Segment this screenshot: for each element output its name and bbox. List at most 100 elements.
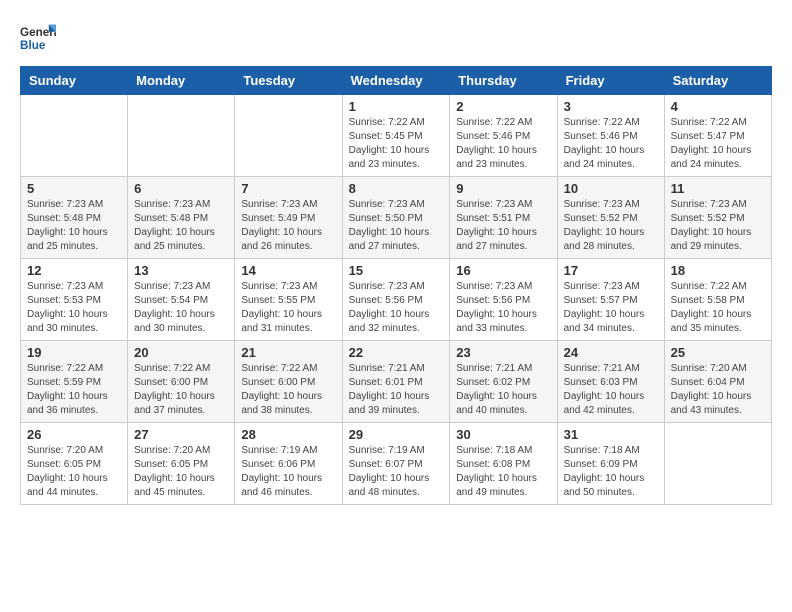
day-number: 27 <box>134 427 228 442</box>
calendar-cell: 28Sunrise: 7:19 AM Sunset: 6:06 PM Dayli… <box>235 423 342 505</box>
calendar-cell <box>664 423 771 505</box>
day-number: 24 <box>564 345 658 360</box>
day-info: Sunrise: 7:21 AM Sunset: 6:03 PM Dayligh… <box>564 362 658 418</box>
day-info: Sunrise: 7:20 AM Sunset: 6:05 PM Dayligh… <box>27 444 121 500</box>
weekday-header-row: SundayMondayTuesdayWednesdayThursdayFrid… <box>21 67 772 95</box>
calendar-cell: 24 Sunrise: 7:21 AM Sunset: 6:03 PM Dayli… <box>557 341 664 423</box>
calendar-week-row: 1 Sunrise: 7:22 AM Sunset: 5:45 PM Daylig… <box>21 95 772 177</box>
day-info: Sunrise: 7:22 AM Sunset: 5:45 PM Dayligh… <box>349 116 444 172</box>
day-number: 20 <box>134 345 228 360</box>
day-info: Sunrise: 7:23 AM Sunset: 5:55 PM Dayligh… <box>241 280 335 336</box>
calendar-cell: 5 Sunrise: 7:23 AM Sunset: 5:48 PM Daylig… <box>21 177 128 259</box>
calendar-cell: 25 Sunrise: 7:20 AM Sunset: 6:04 PM Dayli… <box>664 341 771 423</box>
day-info: Sunrise: 7:23 AM Sunset: 5:57 PM Dayligh… <box>564 280 658 336</box>
day-number: 22 <box>349 345 444 360</box>
calendar-week-row: 19 Sunrise: 7:22 AM Sunset: 5:59 PM Dayli… <box>21 341 772 423</box>
day-number: 7 <box>241 181 335 196</box>
day-number: 2 <box>456 99 550 114</box>
day-number: 4 <box>671 99 765 114</box>
calendar-cell: 20 Sunrise: 7:22 AM Sunset: 6:00 PM Dayli… <box>128 341 235 423</box>
day-number: 10 <box>564 181 658 196</box>
calendar-cell: 10 Sunrise: 7:23 AM Sunset: 5:52 PM Dayli… <box>557 177 664 259</box>
day-info: Sunrise: 7:18 AM Sunset: 6:08 PM Dayligh… <box>456 444 550 500</box>
day-info: Sunrise: 7:20 AM Sunset: 6:04 PM Dayligh… <box>671 362 765 418</box>
day-info: Sunrise: 7:19 AM Sunset: 6:06 PM Dayligh… <box>241 444 335 500</box>
day-info: Sunrise: 7:21 AM Sunset: 6:02 PM Dayligh… <box>456 362 550 418</box>
calendar-cell: 30 Sunrise: 7:18 AM Sunset: 6:08 PM Dayli… <box>450 423 557 505</box>
day-number: 26 <box>27 427 121 442</box>
calendar-cell: 29 Sunrise: 7:19 AM Sunset: 6:07 PM Dayli… <box>342 423 450 505</box>
calendar-cell: 26 Sunrise: 7:20 AM Sunset: 6:05 PM Dayli… <box>21 423 128 505</box>
day-number: 12 <box>27 263 121 278</box>
calendar-table: SundayMondayTuesdayWednesdayThursdayFrid… <box>20 66 772 505</box>
calendar-week-row: 26 Sunrise: 7:20 AM Sunset: 6:05 PM Dayli… <box>21 423 772 505</box>
day-info: Sunrise: 7:23 AM Sunset: 5:56 PM Dayligh… <box>349 280 444 336</box>
day-number: 31 <box>564 427 658 442</box>
day-number: 15 <box>349 263 444 278</box>
day-number: 29 <box>349 427 444 442</box>
calendar-week-row: 5 Sunrise: 7:23 AM Sunset: 5:48 PM Daylig… <box>21 177 772 259</box>
day-info: Sunrise: 7:23 AM Sunset: 5:50 PM Dayligh… <box>349 198 444 254</box>
calendar-cell: 15 Sunrise: 7:23 AM Sunset: 5:56 PM Dayli… <box>342 259 450 341</box>
day-info: Sunrise: 7:19 AM Sunset: 6:07 PM Dayligh… <box>349 444 444 500</box>
calendar-cell <box>235 95 342 177</box>
day-number: 9 <box>456 181 550 196</box>
calendar-cell: 13Sunrise: 7:23 AM Sunset: 5:54 PM Dayli… <box>128 259 235 341</box>
calendar-cell <box>128 95 235 177</box>
calendar-cell: 27 Sunrise: 7:20 AM Sunset: 6:05 PM Dayli… <box>128 423 235 505</box>
day-info: Sunrise: 7:22 AM Sunset: 6:00 PM Dayligh… <box>134 362 228 418</box>
day-info: Sunrise: 7:21 AM Sunset: 6:01 PM Dayligh… <box>349 362 444 418</box>
weekday-header-monday: Monday <box>128 67 235 95</box>
weekday-header-friday: Friday <box>557 67 664 95</box>
calendar-week-row: 12 Sunrise: 7:23 AM Sunset: 5:53 PM Dayli… <box>21 259 772 341</box>
calendar-cell: 14 Sunrise: 7:23 AM Sunset: 5:55 PM Dayli… <box>235 259 342 341</box>
day-info: Sunrise: 7:23 AM Sunset: 5:48 PM Dayligh… <box>27 198 121 254</box>
day-number: 21 <box>241 345 335 360</box>
day-info: Sunrise: 7:20 AM Sunset: 6:05 PM Dayligh… <box>134 444 228 500</box>
logo-icon: General Blue <box>20 20 56 56</box>
calendar-cell: 9 Sunrise: 7:23 AM Sunset: 5:51 PM Daylig… <box>450 177 557 259</box>
day-info: Sunrise: 7:23 AM Sunset: 5:48 PM Dayligh… <box>134 198 228 254</box>
day-number: 8 <box>349 181 444 196</box>
weekday-header-tuesday: Tuesday <box>235 67 342 95</box>
page-header: General Blue <box>20 20 772 56</box>
calendar-cell: 16Sunrise: 7:23 AM Sunset: 5:56 PM Dayli… <box>450 259 557 341</box>
day-number: 3 <box>564 99 658 114</box>
day-number: 25 <box>671 345 765 360</box>
day-info: Sunrise: 7:22 AM Sunset: 5:59 PM Dayligh… <box>27 362 121 418</box>
day-number: 17 <box>564 263 658 278</box>
weekday-header-wednesday: Wednesday <box>342 67 450 95</box>
day-number: 14 <box>241 263 335 278</box>
day-number: 30 <box>456 427 550 442</box>
calendar-cell: 4 Sunrise: 7:22 AM Sunset: 5:47 PM Daylig… <box>664 95 771 177</box>
day-info: Sunrise: 7:23 AM Sunset: 5:49 PM Dayligh… <box>241 198 335 254</box>
day-info: Sunrise: 7:22 AM Sunset: 6:00 PM Dayligh… <box>241 362 335 418</box>
day-info: Sunrise: 7:23 AM Sunset: 5:51 PM Dayligh… <box>456 198 550 254</box>
weekday-header-thursday: Thursday <box>450 67 557 95</box>
day-number: 6 <box>134 181 228 196</box>
day-number: 5 <box>27 181 121 196</box>
day-number: 19 <box>27 345 121 360</box>
calendar-cell: 31Sunrise: 7:18 AM Sunset: 6:09 PM Dayli… <box>557 423 664 505</box>
day-info: Sunrise: 7:22 AM Sunset: 5:46 PM Dayligh… <box>564 116 658 172</box>
day-info: Sunrise: 7:23 AM Sunset: 5:54 PM Dayligh… <box>134 280 228 336</box>
day-info: Sunrise: 7:22 AM Sunset: 5:47 PM Dayligh… <box>671 116 765 172</box>
svg-text:Blue: Blue <box>20 39 46 52</box>
weekday-header-saturday: Saturday <box>664 67 771 95</box>
day-info: Sunrise: 7:22 AM Sunset: 5:46 PM Dayligh… <box>456 116 550 172</box>
calendar-cell: 11Sunrise: 7:23 AM Sunset: 5:52 PM Dayli… <box>664 177 771 259</box>
day-info: Sunrise: 7:23 AM Sunset: 5:56 PM Dayligh… <box>456 280 550 336</box>
day-number: 1 <box>349 99 444 114</box>
day-info: Sunrise: 7:22 AM Sunset: 5:58 PM Dayligh… <box>671 280 765 336</box>
calendar-cell: 8 Sunrise: 7:23 AM Sunset: 5:50 PM Daylig… <box>342 177 450 259</box>
calendar-cell <box>21 95 128 177</box>
calendar-cell: 1 Sunrise: 7:22 AM Sunset: 5:45 PM Daylig… <box>342 95 450 177</box>
calendar-cell: 7 Sunrise: 7:23 AM Sunset: 5:49 PM Daylig… <box>235 177 342 259</box>
day-info: Sunrise: 7:23 AM Sunset: 5:52 PM Dayligh… <box>564 198 658 254</box>
day-number: 18 <box>671 263 765 278</box>
calendar-cell: 21 Sunrise: 7:22 AM Sunset: 6:00 PM Dayli… <box>235 341 342 423</box>
calendar-cell: 3 Sunrise: 7:22 AM Sunset: 5:46 PM Daylig… <box>557 95 664 177</box>
day-info: Sunrise: 7:23 AM Sunset: 5:52 PM Dayligh… <box>671 198 765 254</box>
calendar-cell: 12 Sunrise: 7:23 AM Sunset: 5:53 PM Dayli… <box>21 259 128 341</box>
day-info: Sunrise: 7:23 AM Sunset: 5:53 PM Dayligh… <box>27 280 121 336</box>
